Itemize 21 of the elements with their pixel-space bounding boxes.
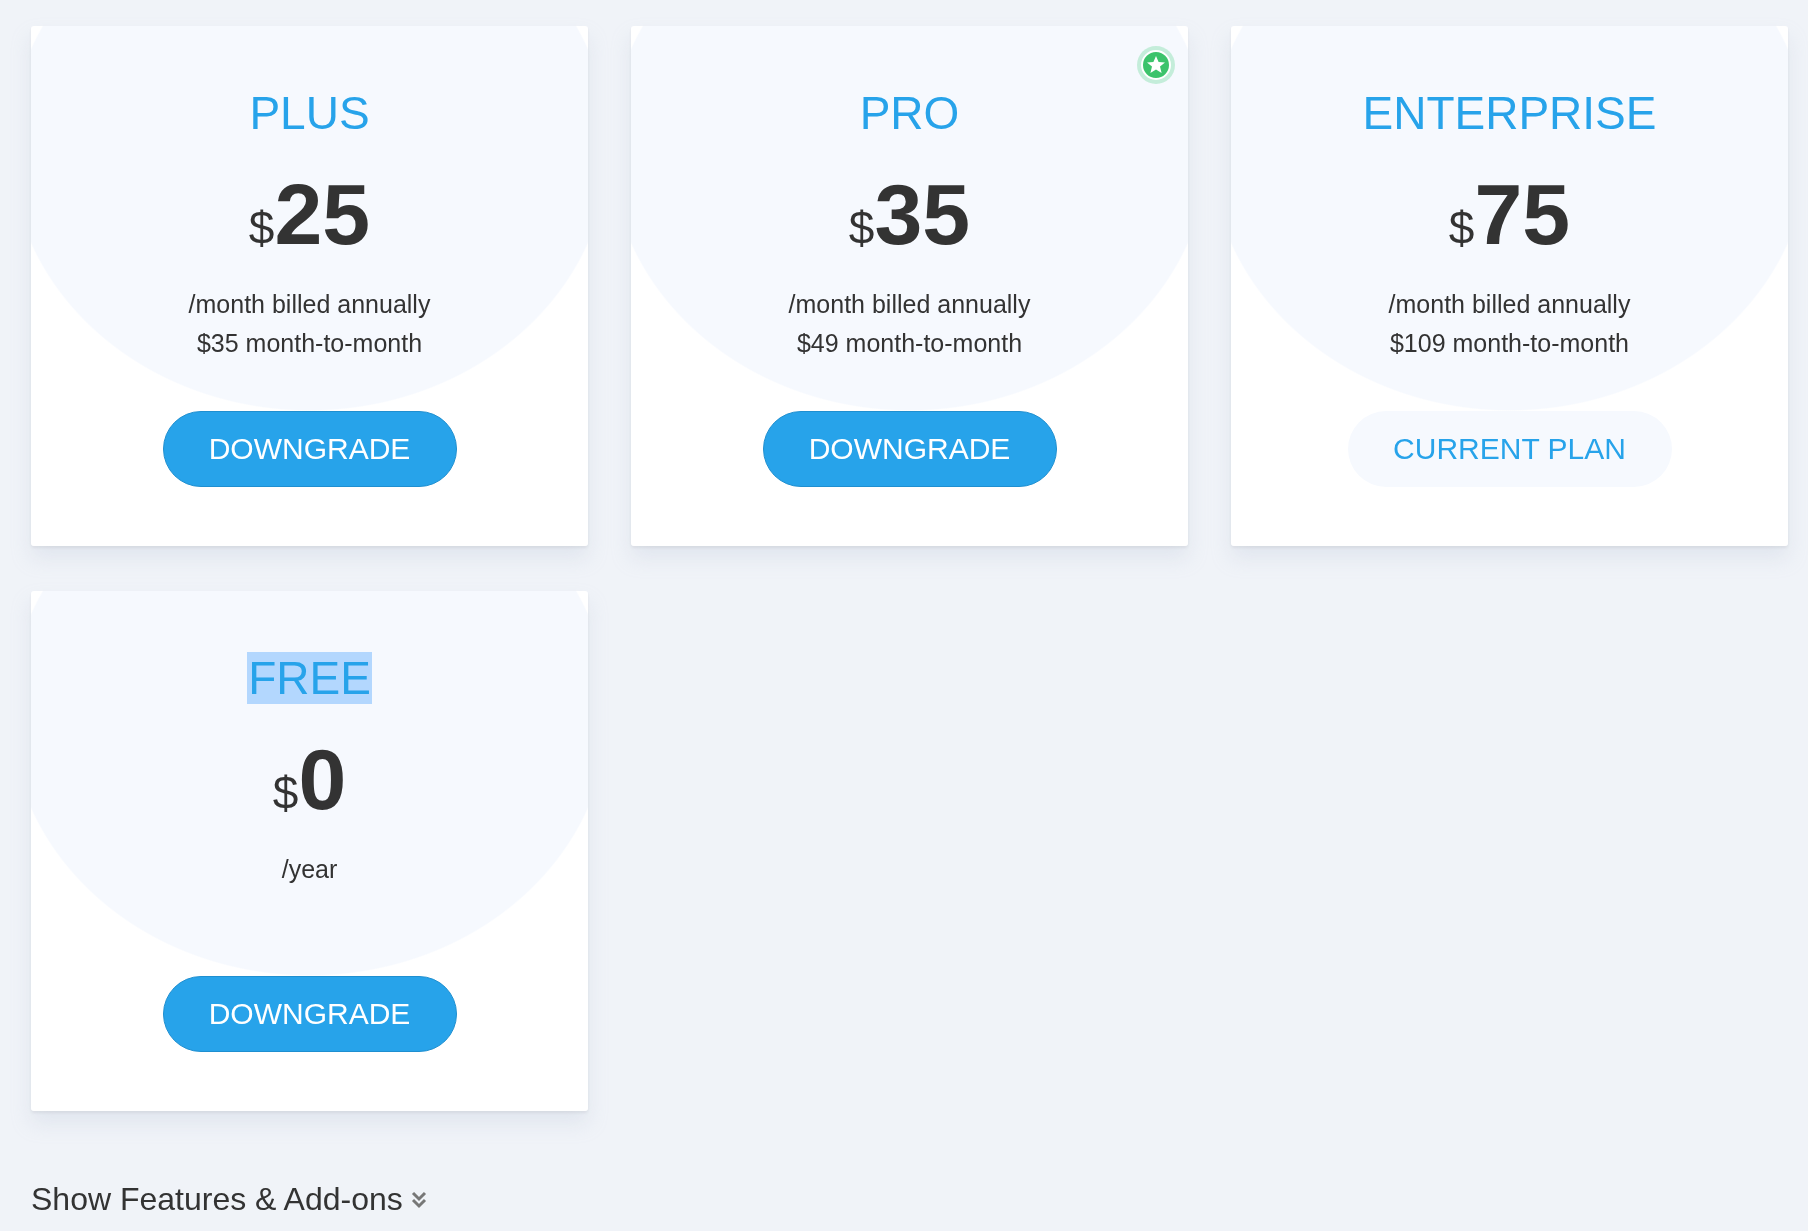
billing-text: $109 month-to-month <box>1389 328 1629 359</box>
downgrade-button[interactable]: DOWNGRADE <box>162 976 457 1052</box>
plan-price: $75 <box>1448 169 1571 264</box>
billing-text: /month billed annually <box>788 289 1031 320</box>
plan-name: PLUS <box>248 87 371 139</box>
downgrade-button[interactable]: DOWNGRADE <box>162 411 457 487</box>
billing-text: /month billed annually <box>1388 289 1631 320</box>
billing-text: /year <box>281 854 338 885</box>
double-chevron-down-icon <box>410 1190 427 1209</box>
plan-price: $25 <box>248 169 371 264</box>
billing-text: $35 month-to-month <box>196 328 423 359</box>
downgrade-button[interactable]: DOWNGRADE <box>762 411 1057 487</box>
plan-price: $35 <box>848 169 971 264</box>
plan-price: $0 <box>272 734 347 829</box>
show-features-link[interactable]: Show Features & Add-ons <box>31 1181 403 1218</box>
plan-name: ENTERPRISE <box>1361 87 1658 139</box>
billing-text: /month billed annually <box>188 289 431 320</box>
current-plan-button[interactable]: CURRENT PLAN <box>1347 411 1672 487</box>
billing-text: $49 month-to-month <box>796 328 1023 359</box>
plan-name: FREE <box>247 652 372 704</box>
plan-name: PRO <box>858 87 961 139</box>
